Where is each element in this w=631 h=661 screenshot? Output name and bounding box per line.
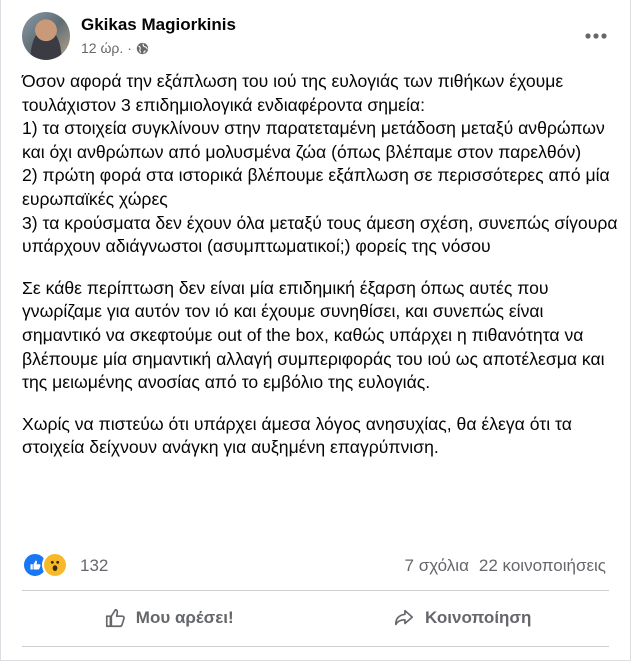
globe-icon[interactable]	[136, 42, 149, 55]
divider	[22, 646, 609, 647]
comments-count[interactable]: 7 σχόλια	[405, 556, 469, 576]
action-bar: Μου αρέσει! Κοινοποίηση	[22, 596, 609, 640]
share-button-label: Κοινοποίηση	[425, 608, 532, 627]
like-button-label: Μου αρέσει!	[135, 608, 234, 627]
post-header: Gkikas Magiorkinis 12 ώρ. ·	[22, 12, 614, 62]
post-paragraph-1: Όσον αφορά την εξάπλωση του ιού της ευλο…	[22, 71, 618, 257]
reactions-bar: 132 7 σχόλια 22 κοινοποιήσεις	[22, 552, 606, 580]
divider	[22, 590, 609, 591]
author-name[interactable]: Gkikas Magiorkinis	[81, 15, 236, 35]
post-meta: 12 ώρ. ·	[81, 40, 149, 56]
reaction-icons[interactable]	[22, 552, 68, 578]
engagement-counts: 7 σχόλια 22 κοινοποιήσεις	[405, 556, 606, 576]
share-button[interactable]: Κοινοποίηση	[316, 596, 610, 640]
thumbs-up-icon	[104, 607, 126, 629]
more-options-icon[interactable]	[578, 18, 614, 54]
avatar[interactable]	[22, 12, 70, 60]
shares-count[interactable]: 22 κοινοποιήσεις	[479, 556, 606, 576]
reaction-count[interactable]: 132	[80, 556, 108, 576]
like-button[interactable]: Μου αρέσει!	[22, 596, 316, 640]
post-card: Gkikas Magiorkinis 12 ώρ. · Όσον αφορά τ…	[0, 0, 631, 661]
time-separator: ·	[127, 40, 132, 56]
post-time[interactable]: 12 ώρ.	[81, 40, 123, 56]
post-paragraph-2: Σε κάθε περίπτωση δεν είναι μία επιδημικ…	[22, 277, 605, 393]
post-body: Όσον αφορά την εξάπλωση του ιού της ευλο…	[22, 70, 618, 478]
post-paragraph-3: Χωρίς να πιστεύω ότι υπάρχει άμεσα λόγος…	[22, 413, 572, 458]
wow-reaction-icon	[42, 552, 68, 578]
share-arrow-icon	[393, 607, 415, 629]
